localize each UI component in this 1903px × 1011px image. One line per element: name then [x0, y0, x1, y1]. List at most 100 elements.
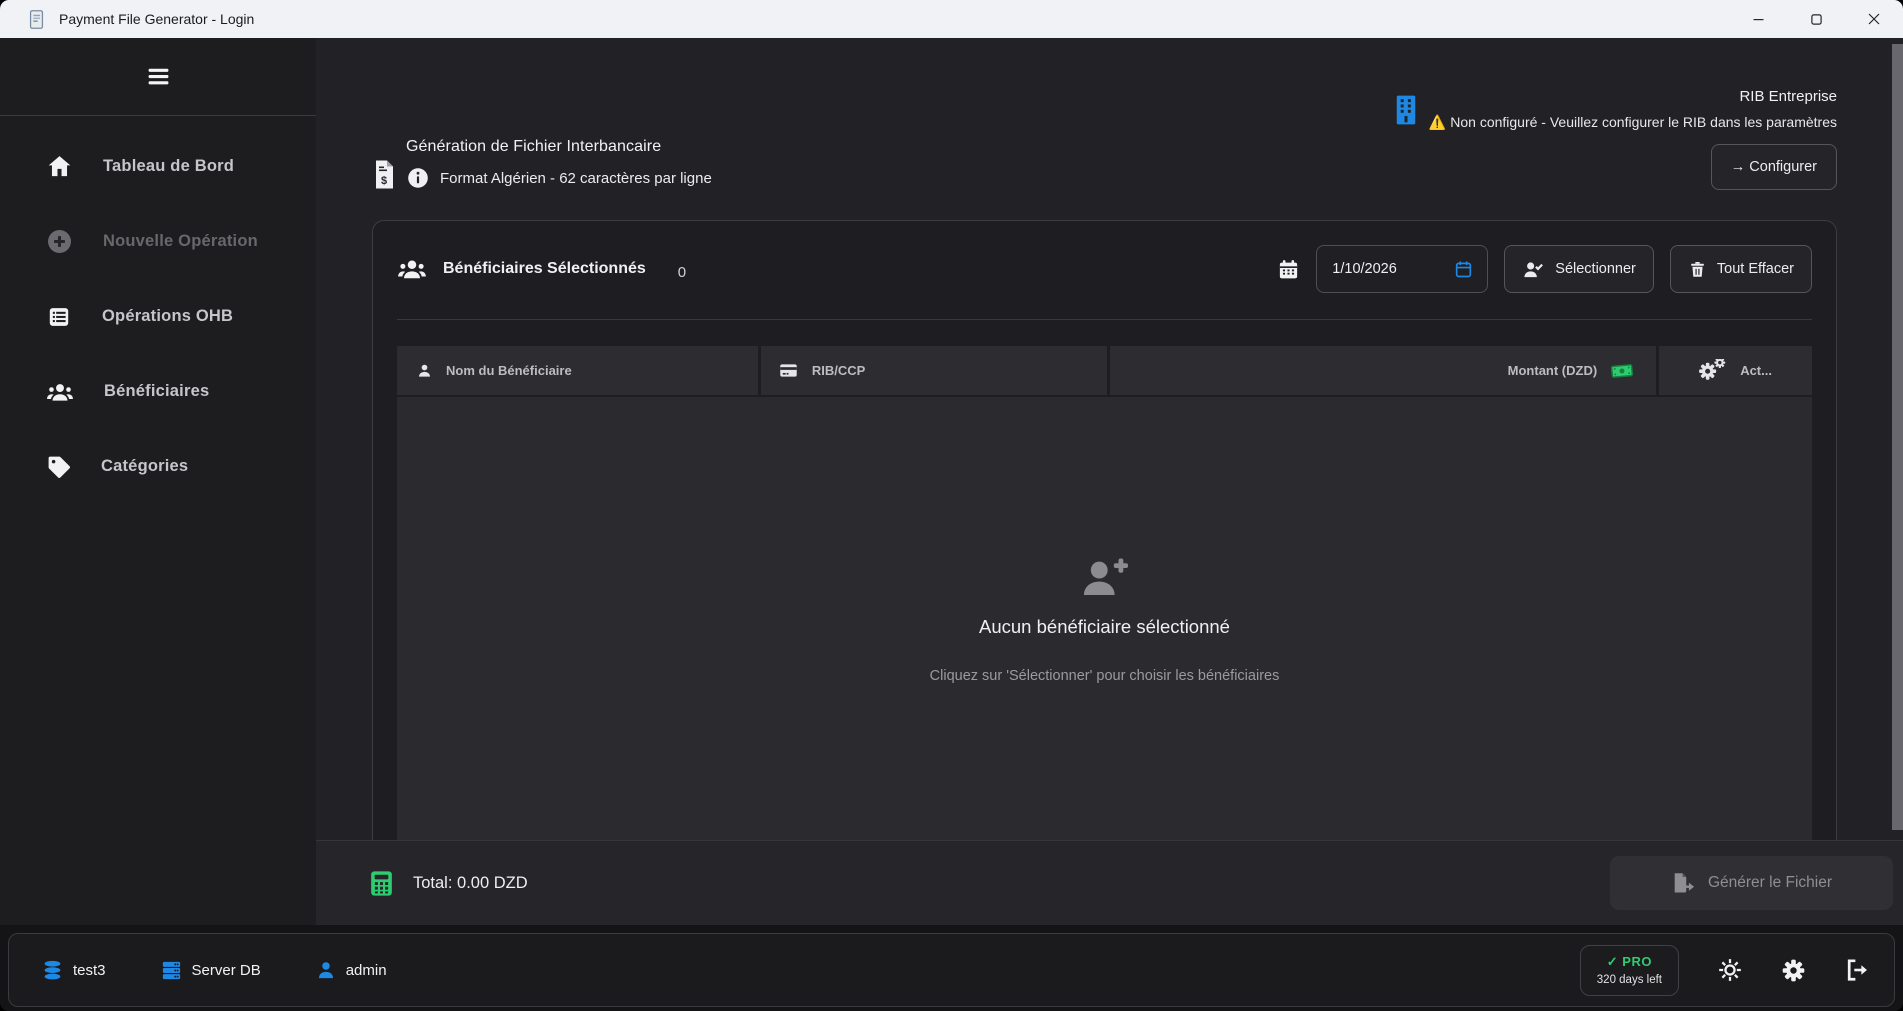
minimize-button[interactable] — [1729, 0, 1787, 38]
sidebar-nav: Tableau de Bord Nouvelle Opération Opéra… — [0, 116, 316, 504]
total-bar: Total: 0.00 DZD Générer le Fichier — [316, 840, 1903, 925]
building-icon — [1395, 95, 1417, 125]
close-icon — [1868, 13, 1880, 25]
database-status: test3 — [41, 959, 106, 982]
column-label: Nom du Bénéficiaire — [446, 363, 572, 378]
generate-button[interactable]: Générer le Fichier — [1610, 856, 1893, 910]
settings-button[interactable] — [1781, 958, 1806, 983]
close-button[interactable] — [1845, 0, 1903, 38]
hamburger-icon — [146, 64, 171, 89]
empty-title: Aucun bénéficiaire sélectionné — [979, 616, 1230, 638]
total-label: Total: 0.00 DZD — [413, 874, 528, 893]
select-button[interactable]: Sélectionner — [1504, 245, 1654, 293]
menu-toggle-button[interactable] — [0, 38, 316, 115]
home-icon — [46, 153, 73, 180]
user-status: admin — [315, 959, 387, 981]
database-icon — [41, 959, 64, 982]
sidebar-item-label: Tableau de Bord — [103, 157, 234, 176]
credit-card-icon — [778, 360, 799, 381]
banknote-icon — [1610, 359, 1634, 383]
user-name: admin — [346, 962, 387, 979]
user-check-icon — [1522, 258, 1545, 281]
card-divider — [397, 319, 1812, 320]
server-status: Server DB — [160, 959, 261, 982]
logout-icon — [1844, 957, 1870, 983]
calculator-icon — [366, 868, 397, 899]
column-header-actions: Act... — [1659, 346, 1812, 395]
calendar-picker-icon[interactable] — [1453, 259, 1474, 280]
clear-all-button[interactable]: Tout Effacer — [1670, 245, 1812, 293]
pro-days-left: 320 days left — [1597, 974, 1662, 986]
info-icon — [406, 166, 430, 190]
page-header: $ Génération de Fichier Interbancaire Fo… — [316, 38, 1903, 190]
server-icon — [160, 959, 183, 982]
user-plus-icon — [1080, 554, 1130, 600]
main-content: $ Génération de Fichier Interbancaire Fo… — [316, 38, 1903, 925]
pro-label: ✓ PRO — [1597, 954, 1662, 970]
theme-toggle-button[interactable] — [1717, 957, 1743, 983]
empty-hint: Cliquez sur 'Sélectionner' pour choisir … — [930, 668, 1280, 684]
sidebar-item-new-operation[interactable]: Nouvelle Opération — [0, 204, 316, 279]
server-name: Server DB — [192, 962, 261, 979]
window-title: Payment File Generator - Login — [59, 11, 254, 27]
sun-icon — [1717, 957, 1743, 983]
selection-card-header: Bénéficiaires Sélectionnés 0 1/10/2026 — [373, 221, 1836, 319]
sidebar-item-label: Opérations OHB — [102, 307, 233, 326]
clear-all-button-label: Tout Effacer — [1717, 261, 1794, 277]
date-value: 1/10/2026 — [1332, 261, 1397, 277]
app-icon — [27, 9, 46, 30]
selected-count: 0 — [678, 258, 686, 281]
file-export-icon — [1671, 871, 1695, 895]
column-header-name: Nom du Bénéficiaire — [397, 346, 758, 395]
sidebar-item-beneficiaries[interactable]: Bénéficiaires — [0, 354, 316, 429]
date-input[interactable]: 1/10/2026 — [1316, 245, 1488, 293]
vertical-scrollbar[interactable] — [1892, 44, 1903, 830]
logout-button[interactable] — [1844, 957, 1870, 983]
format-subtitle: Format Algérien - 62 caractères par lign… — [440, 170, 712, 187]
users-icon — [46, 378, 74, 406]
status-bar: test3 Server DB admin ✓ PRO 320 days lef… — [8, 933, 1895, 1007]
rib-title: RIB Entreprise — [1429, 88, 1837, 105]
person-icon — [315, 959, 337, 981]
empty-state: Aucun bénéficiaire sélectionné Cliquez s… — [397, 397, 1812, 840]
gears-icon — [1699, 359, 1727, 383]
pro-badge[interactable]: ✓ PRO 320 days left — [1580, 945, 1679, 996]
selection-card: Bénéficiaires Sélectionnés 0 1/10/2026 — [372, 220, 1837, 840]
page-title: Génération de Fichier Interbancaire — [406, 138, 712, 156]
invoice-file-icon: $ — [372, 159, 396, 190]
configure-button[interactable]: → Configurer — [1711, 144, 1837, 190]
select-button-label: Sélectionner — [1555, 261, 1636, 277]
trash-icon — [1688, 259, 1707, 280]
table-header: Nom du Bénéficiaire RIB/CCP Montant (DZD… — [397, 346, 1812, 395]
sidebar-item-categories[interactable]: Catégories — [0, 429, 316, 504]
card-title: Bénéficiaires Sélectionnés — [443, 260, 646, 278]
maximize-icon — [1811, 14, 1822, 25]
sidebar: Tableau de Bord Nouvelle Opération Opéra… — [0, 38, 316, 925]
generate-button-label: Générer le Fichier — [1708, 874, 1832, 892]
sidebar-item-label: Catégories — [101, 457, 188, 476]
database-name: test3 — [73, 962, 106, 979]
list-icon — [46, 304, 72, 330]
status-bar-region: test3 Server DB admin ✓ PRO 320 days lef… — [0, 925, 1903, 1011]
titlebar: Payment File Generator - Login — [0, 0, 1903, 38]
minimize-icon — [1753, 14, 1764, 25]
column-label: Act... — [1740, 363, 1772, 378]
app-window: Payment File Generator - Login Tabl — [0, 0, 1903, 1011]
svg-text:$: $ — [381, 175, 387, 187]
user-icon — [416, 362, 433, 379]
gear-icon — [1781, 958, 1806, 983]
beneficiaries-icon — [397, 254, 427, 284]
window-controls — [1729, 0, 1903, 38]
column-label: RIB/CCP — [812, 363, 865, 378]
sidebar-item-dashboard[interactable]: Tableau de Bord — [0, 129, 316, 204]
sidebar-item-label: Nouvelle Opération — [103, 232, 258, 251]
column-label: Montant (DZD) — [1508, 363, 1598, 378]
tag-icon — [46, 454, 71, 479]
column-header-rib: RIB/CCP — [761, 346, 1108, 395]
rib-warning: ⚠️ Non configuré - Veuillez configurer l… — [1429, 114, 1837, 131]
column-header-amount: Montant (DZD) — [1110, 346, 1656, 395]
sidebar-item-label: Bénéficiaires — [104, 382, 209, 401]
plus-circle-icon — [46, 228, 73, 255]
maximize-button[interactable] — [1787, 0, 1845, 38]
sidebar-item-operations-ohb[interactable]: Opérations OHB — [0, 279, 316, 354]
